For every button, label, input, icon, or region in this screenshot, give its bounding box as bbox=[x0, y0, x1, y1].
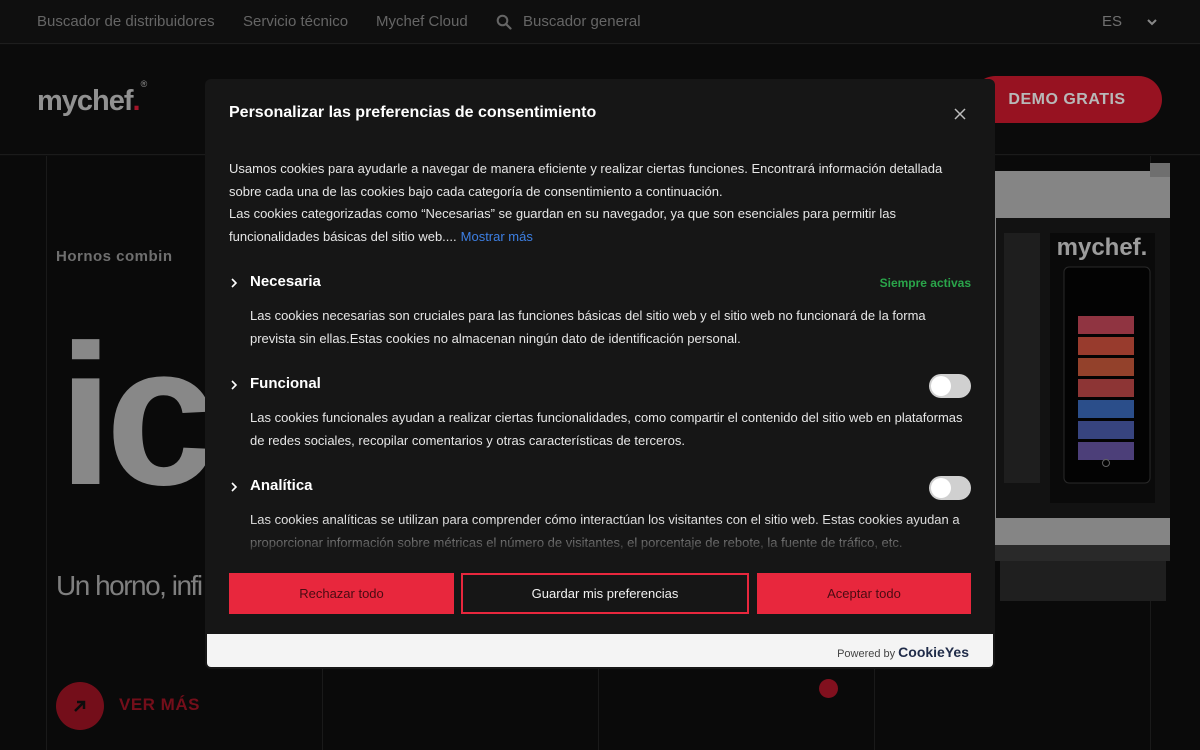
accept-all-button[interactable]: Aceptar todo bbox=[757, 573, 971, 614]
show-more-link[interactable]: Mostrar más bbox=[461, 229, 533, 244]
chevron-right-icon[interactable] bbox=[229, 276, 239, 290]
chevron-right-icon[interactable] bbox=[229, 378, 239, 392]
modal-title: Personalizar las preferencias de consent… bbox=[229, 104, 597, 121]
intro-paragraph: Las cookies categorizadas como “Necesari… bbox=[229, 206, 896, 244]
scroll-fade bbox=[205, 519, 995, 557]
toggle-knob bbox=[931, 376, 951, 396]
modal-footer: Powered by CookieYes bbox=[207, 634, 993, 667]
reject-all-button[interactable]: Rechazar todo bbox=[229, 573, 454, 614]
toggle-knob bbox=[931, 478, 951, 498]
analitica-toggle[interactable] bbox=[929, 476, 971, 500]
save-preferences-button[interactable]: Guardar mis preferencias bbox=[461, 573, 749, 614]
category-analitica[interactable]: Analítica bbox=[229, 476, 971, 500]
cookieyes-logo[interactable]: CookieYes bbox=[898, 644, 969, 660]
category-necesaria[interactable]: Necesaria Siempre activas bbox=[229, 272, 971, 294]
close-icon[interactable] bbox=[951, 105, 969, 123]
intro-text: Usamos cookies para ayudarle a navegar d… bbox=[229, 158, 971, 248]
powered-by: Powered by CookieYes bbox=[837, 644, 969, 660]
category-name[interactable]: Funcional bbox=[250, 375, 321, 392]
always-active-badge: Siempre activas bbox=[879, 276, 971, 290]
category-funcional[interactable]: Funcional bbox=[229, 374, 971, 398]
category-name[interactable]: Analítica bbox=[250, 477, 313, 494]
chevron-right-icon[interactable] bbox=[229, 480, 239, 494]
cookie-consent-modal: Personalizar las preferencias de consent… bbox=[205, 79, 995, 669]
intro-paragraph: Usamos cookies para ayudarle a navegar d… bbox=[229, 161, 943, 199]
category-name[interactable]: Necesaria bbox=[250, 273, 321, 290]
category-description: Las cookies necesarias son cruciales par… bbox=[250, 308, 926, 346]
funcional-toggle[interactable] bbox=[929, 374, 971, 398]
category-description: Las cookies funcionales ayudan a realiza… bbox=[250, 410, 963, 448]
